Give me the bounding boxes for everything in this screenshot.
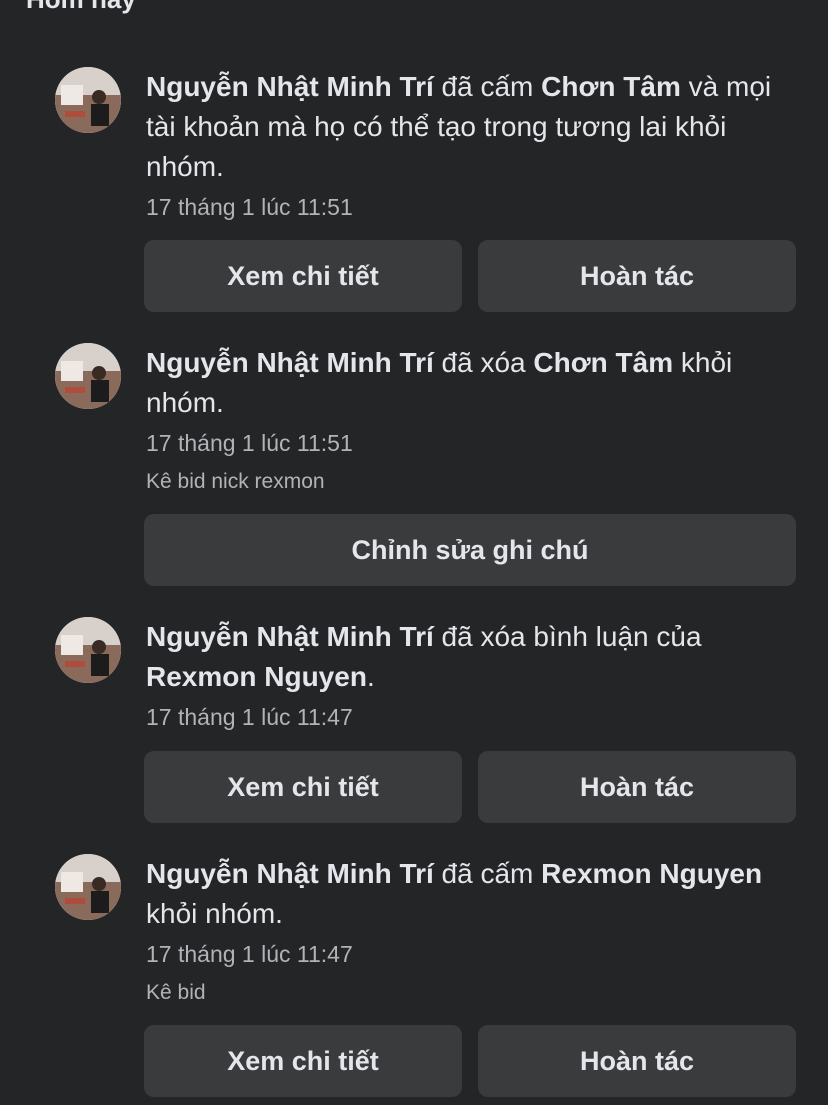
action-text: đã cấm bbox=[433, 858, 542, 889]
action-text: đã xóa bình luận của bbox=[433, 621, 702, 652]
action-text: đã xóa bbox=[433, 347, 534, 378]
admin-note: Kê bid nick rexmon bbox=[146, 470, 325, 493]
view-details-button[interactable]: Xem chi tiết bbox=[144, 240, 462, 312]
actor-name[interactable]: Nguyễn Nhật Minh Trí bbox=[146, 347, 434, 378]
action-suffix: . bbox=[366, 661, 375, 692]
target-name[interactable]: Rexmon Nguyen bbox=[146, 661, 367, 692]
avatar[interactable] bbox=[55, 617, 121, 683]
timestamp: 17 tháng 1 lúc 11:51 bbox=[146, 430, 353, 456]
timestamp: 17 tháng 1 lúc 11:51 bbox=[146, 194, 353, 220]
view-details-button[interactable]: Xem chi tiết bbox=[144, 1025, 462, 1097]
avatar[interactable] bbox=[55, 67, 121, 133]
timestamp: 17 tháng 1 lúc 11:47 bbox=[146, 704, 353, 730]
avatar[interactable] bbox=[55, 854, 121, 920]
actor-name[interactable]: Nguyễn Nhật Minh Trí bbox=[146, 858, 434, 889]
target-name[interactable]: Rexmon Nguyen bbox=[541, 858, 762, 889]
actor-name[interactable]: Nguyễn Nhật Minh Trí bbox=[146, 71, 434, 102]
avatar[interactable] bbox=[55, 343, 121, 409]
undo-button[interactable]: Hoàn tác bbox=[478, 1025, 796, 1097]
timestamp: 17 tháng 1 lúc 11:47 bbox=[146, 941, 353, 967]
target-name[interactable]: Chơn Tâm bbox=[541, 71, 681, 102]
activity-text: Nguyễn Nhật Minh Trí đã xóa Chơn Tâm khỏ… bbox=[146, 343, 796, 423]
activity-text: Nguyễn Nhật Minh Trí đã cấm Rexmon Nguye… bbox=[146, 854, 796, 934]
edit-note-button[interactable]: Chỉnh sửa ghi chú bbox=[144, 514, 796, 586]
activity-text: Nguyễn Nhật Minh Trí đã xóa bình luận củ… bbox=[146, 617, 796, 697]
admin-note: Kê bid bbox=[146, 981, 206, 1004]
activity-text: Nguyễn Nhật Minh Trí đã cấm Chơn Tâm và … bbox=[146, 67, 796, 187]
undo-button[interactable]: Hoàn tác bbox=[478, 751, 796, 823]
action-text: đã cấm bbox=[433, 71, 542, 102]
section-title: Hôm nay bbox=[26, 0, 136, 15]
target-name[interactable]: Chơn Tâm bbox=[533, 347, 673, 378]
actor-name[interactable]: Nguyễn Nhật Minh Trí bbox=[146, 621, 434, 652]
undo-button[interactable]: Hoàn tác bbox=[478, 240, 796, 312]
action-suffix: khỏi nhóm. bbox=[146, 898, 283, 929]
view-details-button[interactable]: Xem chi tiết bbox=[144, 751, 462, 823]
